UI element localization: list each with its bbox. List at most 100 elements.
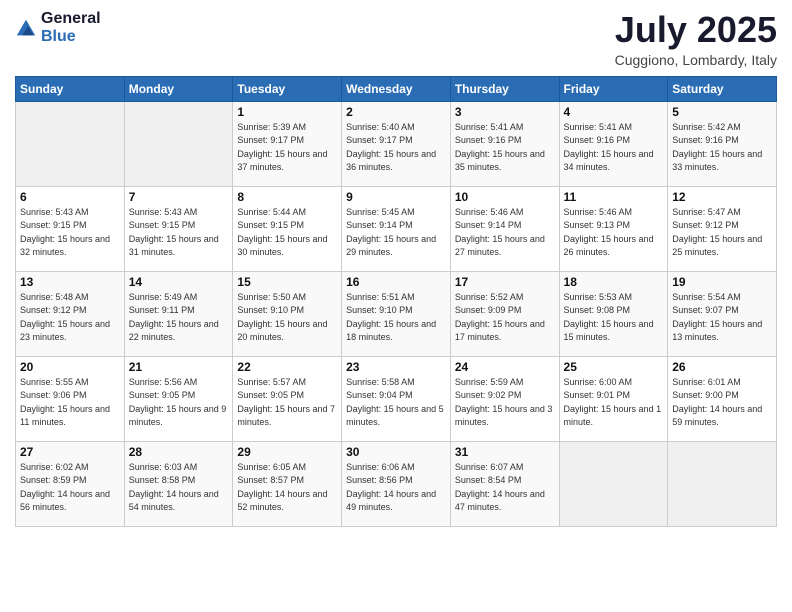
day-number: 11	[564, 190, 664, 204]
calendar-cell: 26 Sunrise: 6:01 AMSunset: 9:00 PMDaylig…	[668, 356, 777, 441]
calendar-cell: 27 Sunrise: 6:02 AMSunset: 8:59 PMDaylig…	[16, 441, 125, 526]
day-number: 24	[455, 360, 555, 374]
day-detail: Sunrise: 6:07 AMSunset: 8:54 PMDaylight:…	[455, 461, 555, 515]
calendar-cell	[559, 441, 668, 526]
calendar-cell: 3 Sunrise: 5:41 AMSunset: 9:16 PMDayligh…	[450, 101, 559, 186]
calendar-cell: 15 Sunrise: 5:50 AMSunset: 9:10 PMDaylig…	[233, 271, 342, 356]
calendar-cell: 17 Sunrise: 5:52 AMSunset: 9:09 PMDaylig…	[450, 271, 559, 356]
day-number: 10	[455, 190, 555, 204]
day-number: 17	[455, 275, 555, 289]
day-detail: Sunrise: 5:58 AMSunset: 9:04 PMDaylight:…	[346, 376, 446, 430]
day-number: 9	[346, 190, 446, 204]
calendar-cell: 4 Sunrise: 5:41 AMSunset: 9:16 PMDayligh…	[559, 101, 668, 186]
weekday-header-monday: Monday	[124, 76, 233, 101]
weekday-header-tuesday: Tuesday	[233, 76, 342, 101]
calendar-cell: 30 Sunrise: 6:06 AMSunset: 8:56 PMDaylig…	[342, 441, 451, 526]
day-detail: Sunrise: 5:51 AMSunset: 9:10 PMDaylight:…	[346, 291, 446, 345]
day-number: 14	[129, 275, 229, 289]
calendar-cell: 1 Sunrise: 5:39 AMSunset: 9:17 PMDayligh…	[233, 101, 342, 186]
day-detail: Sunrise: 6:03 AMSunset: 8:58 PMDaylight:…	[129, 461, 229, 515]
week-row-5: 27 Sunrise: 6:02 AMSunset: 8:59 PMDaylig…	[16, 441, 777, 526]
day-detail: Sunrise: 5:57 AMSunset: 9:05 PMDaylight:…	[237, 376, 337, 430]
day-number: 2	[346, 105, 446, 119]
day-number: 1	[237, 105, 337, 119]
calendar-table: SundayMondayTuesdayWednesdayThursdayFrid…	[15, 76, 777, 527]
day-number: 6	[20, 190, 120, 204]
calendar-cell: 21 Sunrise: 5:56 AMSunset: 9:05 PMDaylig…	[124, 356, 233, 441]
weekday-header-thursday: Thursday	[450, 76, 559, 101]
day-number: 21	[129, 360, 229, 374]
calendar-cell: 25 Sunrise: 6:00 AMSunset: 9:01 PMDaylig…	[559, 356, 668, 441]
day-detail: Sunrise: 5:46 AMSunset: 9:14 PMDaylight:…	[455, 206, 555, 260]
weekday-header-wednesday: Wednesday	[342, 76, 451, 101]
day-detail: Sunrise: 5:53 AMSunset: 9:08 PMDaylight:…	[564, 291, 664, 345]
calendar-cell: 24 Sunrise: 5:59 AMSunset: 9:02 PMDaylig…	[450, 356, 559, 441]
day-number: 20	[20, 360, 120, 374]
weekday-header-friday: Friday	[559, 76, 668, 101]
day-number: 7	[129, 190, 229, 204]
calendar-cell	[16, 101, 125, 186]
header: General Blue July 2025 Cuggiono, Lombard…	[15, 10, 777, 68]
day-number: 25	[564, 360, 664, 374]
calendar-cell: 13 Sunrise: 5:48 AMSunset: 9:12 PMDaylig…	[16, 271, 125, 356]
logo-icon	[15, 17, 37, 39]
day-number: 15	[237, 275, 337, 289]
day-detail: Sunrise: 5:49 AMSunset: 9:11 PMDaylight:…	[129, 291, 229, 345]
day-number: 23	[346, 360, 446, 374]
calendar-cell: 7 Sunrise: 5:43 AMSunset: 9:15 PMDayligh…	[124, 186, 233, 271]
day-detail: Sunrise: 5:41 AMSunset: 9:16 PMDaylight:…	[455, 121, 555, 175]
day-detail: Sunrise: 6:05 AMSunset: 8:57 PMDaylight:…	[237, 461, 337, 515]
day-detail: Sunrise: 5:52 AMSunset: 9:09 PMDaylight:…	[455, 291, 555, 345]
page: General Blue July 2025 Cuggiono, Lombard…	[0, 0, 792, 612]
calendar-cell: 8 Sunrise: 5:44 AMSunset: 9:15 PMDayligh…	[233, 186, 342, 271]
weekday-header-row: SundayMondayTuesdayWednesdayThursdayFrid…	[16, 76, 777, 101]
day-detail: Sunrise: 5:48 AMSunset: 9:12 PMDaylight:…	[20, 291, 120, 345]
calendar-cell: 6 Sunrise: 5:43 AMSunset: 9:15 PMDayligh…	[16, 186, 125, 271]
day-number: 22	[237, 360, 337, 374]
day-detail: Sunrise: 5:45 AMSunset: 9:14 PMDaylight:…	[346, 206, 446, 260]
calendar-cell	[668, 441, 777, 526]
calendar-cell	[124, 101, 233, 186]
day-number: 19	[672, 275, 772, 289]
day-detail: Sunrise: 5:59 AMSunset: 9:02 PMDaylight:…	[455, 376, 555, 430]
calendar-cell: 18 Sunrise: 5:53 AMSunset: 9:08 PMDaylig…	[559, 271, 668, 356]
day-detail: Sunrise: 5:42 AMSunset: 9:16 PMDaylight:…	[672, 121, 772, 175]
logo-text: General Blue	[41, 10, 101, 45]
title-block: July 2025 Cuggiono, Lombardy, Italy	[615, 10, 777, 68]
day-detail: Sunrise: 5:43 AMSunset: 9:15 PMDaylight:…	[129, 206, 229, 260]
calendar-cell: 11 Sunrise: 5:46 AMSunset: 9:13 PMDaylig…	[559, 186, 668, 271]
calendar-cell: 10 Sunrise: 5:46 AMSunset: 9:14 PMDaylig…	[450, 186, 559, 271]
month-title: July 2025	[615, 10, 777, 50]
day-detail: Sunrise: 6:02 AMSunset: 8:59 PMDaylight:…	[20, 461, 120, 515]
day-detail: Sunrise: 5:39 AMSunset: 9:17 PMDaylight:…	[237, 121, 337, 175]
calendar-cell: 20 Sunrise: 5:55 AMSunset: 9:06 PMDaylig…	[16, 356, 125, 441]
day-number: 30	[346, 445, 446, 459]
day-number: 31	[455, 445, 555, 459]
calendar-cell: 31 Sunrise: 6:07 AMSunset: 8:54 PMDaylig…	[450, 441, 559, 526]
calendar-cell: 12 Sunrise: 5:47 AMSunset: 9:12 PMDaylig…	[668, 186, 777, 271]
calendar-cell: 19 Sunrise: 5:54 AMSunset: 9:07 PMDaylig…	[668, 271, 777, 356]
day-number: 5	[672, 105, 772, 119]
day-detail: Sunrise: 5:55 AMSunset: 9:06 PMDaylight:…	[20, 376, 120, 430]
day-number: 4	[564, 105, 664, 119]
week-row-2: 6 Sunrise: 5:43 AMSunset: 9:15 PMDayligh…	[16, 186, 777, 271]
day-detail: Sunrise: 5:40 AMSunset: 9:17 PMDaylight:…	[346, 121, 446, 175]
weekday-header-sunday: Sunday	[16, 76, 125, 101]
day-detail: Sunrise: 5:44 AMSunset: 9:15 PMDaylight:…	[237, 206, 337, 260]
location: Cuggiono, Lombardy, Italy	[615, 52, 777, 68]
day-number: 13	[20, 275, 120, 289]
calendar-cell: 9 Sunrise: 5:45 AMSunset: 9:14 PMDayligh…	[342, 186, 451, 271]
day-number: 8	[237, 190, 337, 204]
calendar-cell: 14 Sunrise: 5:49 AMSunset: 9:11 PMDaylig…	[124, 271, 233, 356]
day-detail: Sunrise: 5:50 AMSunset: 9:10 PMDaylight:…	[237, 291, 337, 345]
logo: General Blue	[15, 10, 101, 45]
day-detail: Sunrise: 5:41 AMSunset: 9:16 PMDaylight:…	[564, 121, 664, 175]
week-row-1: 1 Sunrise: 5:39 AMSunset: 9:17 PMDayligh…	[16, 101, 777, 186]
calendar-cell: 28 Sunrise: 6:03 AMSunset: 8:58 PMDaylig…	[124, 441, 233, 526]
calendar-cell: 29 Sunrise: 6:05 AMSunset: 8:57 PMDaylig…	[233, 441, 342, 526]
calendar-cell: 22 Sunrise: 5:57 AMSunset: 9:05 PMDaylig…	[233, 356, 342, 441]
day-detail: Sunrise: 5:46 AMSunset: 9:13 PMDaylight:…	[564, 206, 664, 260]
calendar-cell: 16 Sunrise: 5:51 AMSunset: 9:10 PMDaylig…	[342, 271, 451, 356]
calendar-cell: 2 Sunrise: 5:40 AMSunset: 9:17 PMDayligh…	[342, 101, 451, 186]
day-number: 16	[346, 275, 446, 289]
